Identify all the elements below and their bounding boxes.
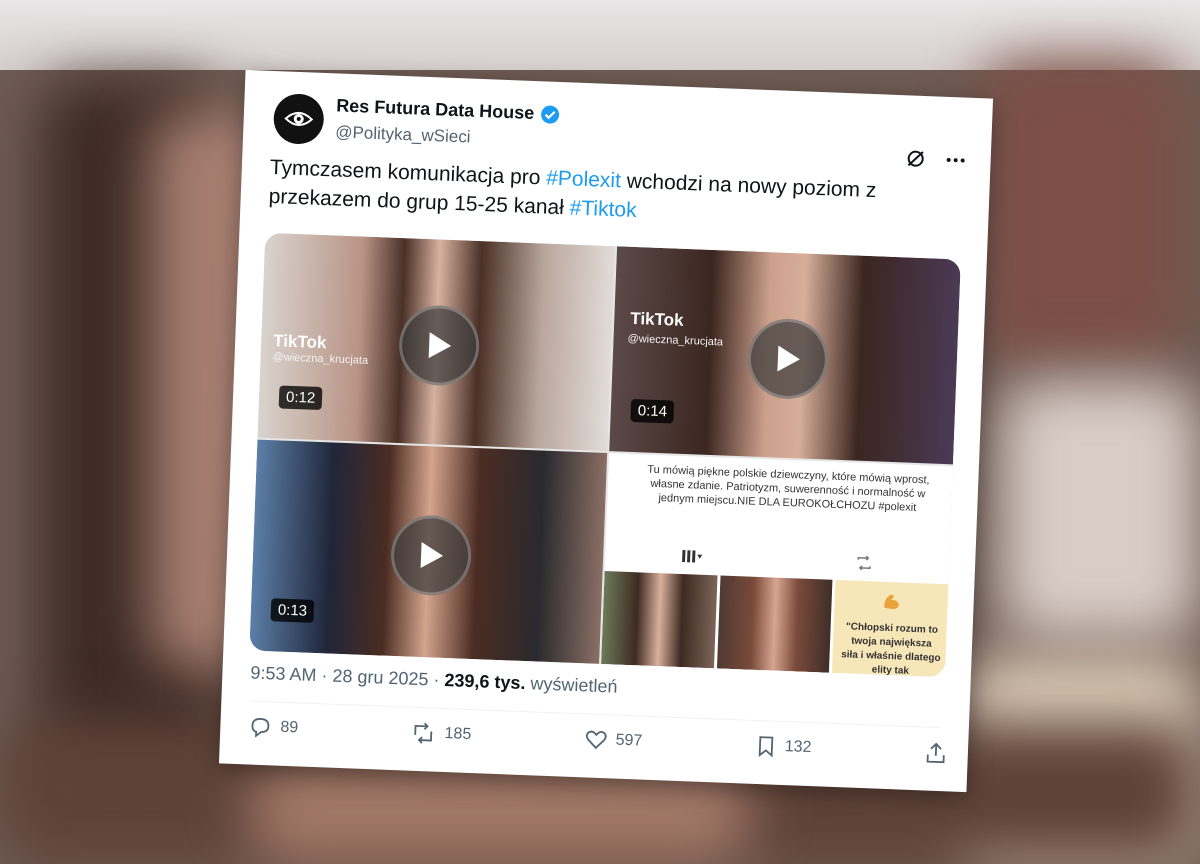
tiktok-handle: @wieczna_krucjata xyxy=(627,332,724,349)
play-icon xyxy=(777,345,800,372)
tiktok-bio: Tu mówią piękne polskie dziewczyny, któr… xyxy=(647,463,930,514)
tiktok-watermark: TikTok xyxy=(272,331,327,353)
flexed-bicep-icon xyxy=(884,594,900,610)
play-button[interactable] xyxy=(746,316,830,400)
tweet-date[interactable]: 28 gru 2025 xyxy=(332,666,429,690)
video-thumbnail[interactable]: TikTok @wieczna_krucjata 0:12 xyxy=(257,232,616,452)
hashtag-polexit[interactable]: #Polexit xyxy=(546,167,622,193)
video-thumbnail[interactable]: 0:13 xyxy=(249,439,608,664)
heart-icon xyxy=(585,730,607,750)
video-thumbnail[interactable]: TikTok @wieczna_krucjata 0:14 xyxy=(609,246,961,465)
avatar[interactable] xyxy=(272,93,325,145)
meta-separator: · xyxy=(321,665,333,686)
author-handle[interactable]: @Polityka_wSieci xyxy=(335,122,560,151)
views-count: 239,6 tys. xyxy=(444,669,526,694)
bookmark-count: 132 xyxy=(784,738,812,757)
tweet-top-actions xyxy=(904,147,967,171)
tiktok-profile-tabs xyxy=(605,545,949,574)
thumbnail-image xyxy=(716,575,833,673)
repost-tab-icon xyxy=(857,555,871,571)
share-button[interactable] xyxy=(923,740,948,765)
reply-icon xyxy=(251,718,270,738)
tiktok-handle: @wieczna_krucjata xyxy=(272,351,369,367)
views-label: wyświetleń xyxy=(530,673,618,697)
grid-view-icon xyxy=(682,550,703,563)
grok-icon[interactable] xyxy=(904,147,927,170)
like-count: 597 xyxy=(615,731,643,750)
tweet-text-part: Tymczasem komunikacja pro xyxy=(269,155,547,190)
author-name[interactable]: Res Futura Data House xyxy=(336,95,535,124)
share-icon xyxy=(926,742,945,764)
thumbnail-image xyxy=(601,571,718,669)
play-button[interactable] xyxy=(397,303,481,387)
play-button[interactable] xyxy=(389,513,473,597)
bookmark-button[interactable]: 132 xyxy=(754,734,812,760)
reply-count: 89 xyxy=(280,718,299,737)
tweet-card: Res Futura Data House @Polityka_wSieci T… xyxy=(218,69,994,793)
more-options-icon[interactable] xyxy=(944,149,967,172)
video-duration: 0:13 xyxy=(270,598,315,623)
tiktok-watermark: TikTok xyxy=(629,308,684,330)
bookmark-icon xyxy=(758,736,774,758)
like-button[interactable]: 597 xyxy=(583,727,643,753)
reply-button[interactable]: 89 xyxy=(248,714,299,740)
hashtag-tiktok[interactable]: #Tiktok xyxy=(569,196,637,222)
repost-icon xyxy=(414,722,433,744)
tiktok-profile-image[interactable]: Tu mówią piękne polskie dziewczyny, któr… xyxy=(601,453,953,678)
tweet-text: Tymczasem komunikacja pro #Polexit wchod… xyxy=(268,153,960,237)
tweet-time[interactable]: 9:53 AM xyxy=(250,663,317,686)
verified-badge-icon xyxy=(541,105,560,124)
tweet-meta: 9:53 AM · 28 gru 2025 · 239,6 tys. wyświ… xyxy=(250,663,618,698)
play-icon xyxy=(428,331,452,358)
tweet-actions: 89 185 597 132 xyxy=(248,714,948,765)
video-duration: 0:12 xyxy=(278,385,323,411)
tiktok-thumbnails: "Chłopski rozum to twoja największa siła… xyxy=(601,571,949,678)
thumbnail-image: "Chłopski rozum to twoja największa siła… xyxy=(832,579,949,678)
repost-count: 185 xyxy=(444,725,472,744)
repost-button[interactable]: 185 xyxy=(410,721,472,747)
media-grid: TikTok @wieczna_krucjata 0:12 TikTok @wi… xyxy=(249,232,961,678)
author-block: Res Futura Data House @Polityka_wSieci xyxy=(335,95,561,151)
thumbnail-quote: "Chłopski rozum to twoja największa siła… xyxy=(840,621,941,677)
video-duration: 0:14 xyxy=(630,398,675,424)
play-icon xyxy=(420,541,444,568)
eye-logo-icon xyxy=(284,111,314,126)
